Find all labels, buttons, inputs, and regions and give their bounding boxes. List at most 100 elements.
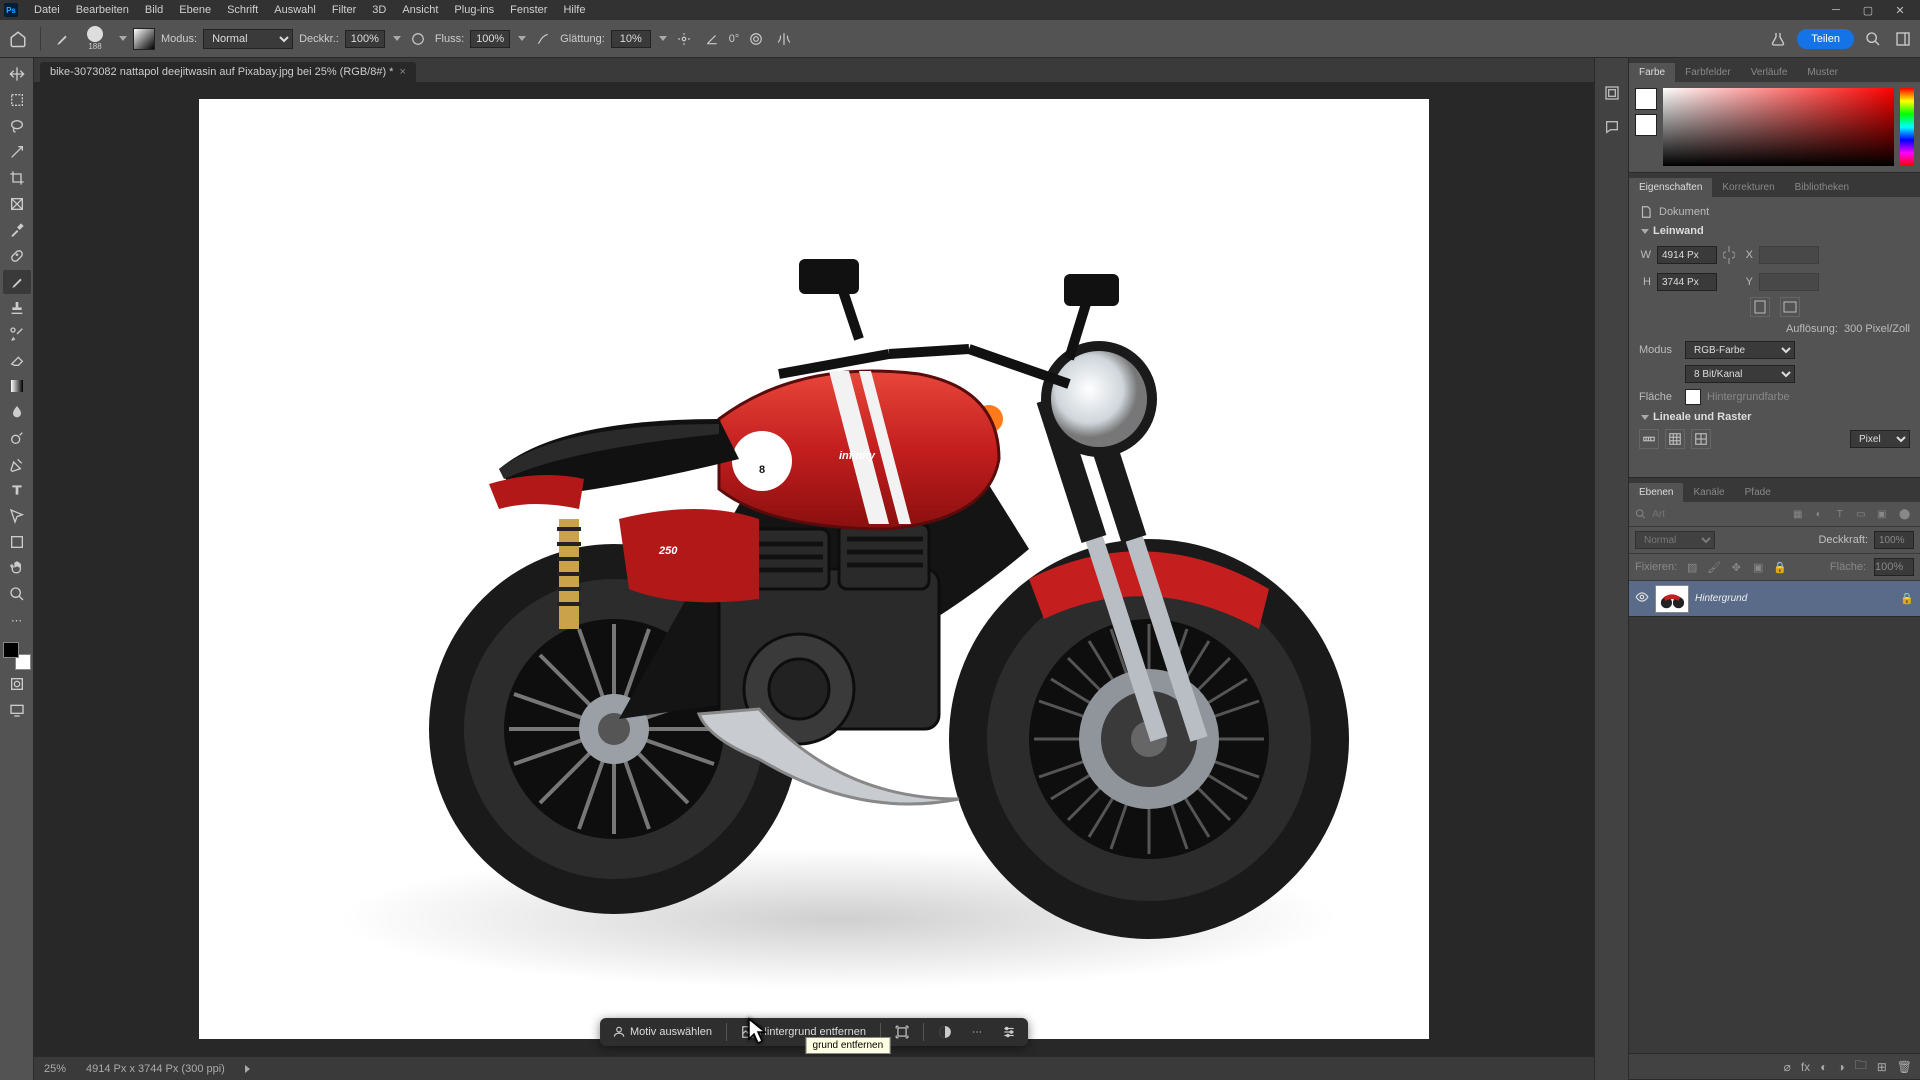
layer-name[interactable]: Hintergrund — [1695, 593, 1894, 604]
filter-pixel-icon[interactable]: ▦ — [1790, 506, 1805, 522]
new-layer-icon[interactable]: ⊞ — [1877, 1060, 1887, 1074]
layer-fill-input[interactable] — [1874, 558, 1914, 576]
portrait-icon[interactable] — [1750, 297, 1770, 317]
mask-icon[interactable]: ◐ — [1820, 1060, 1827, 1074]
blend-mode-select[interactable]: Normal — [203, 29, 293, 49]
dodge-tool[interactable] — [3, 426, 31, 450]
tab-swatches[interactable]: Farbfelder — [1675, 63, 1741, 82]
menu-bild[interactable]: Bild — [137, 1, 171, 19]
close-button[interactable]: ✕ — [1884, 0, 1916, 20]
menu-bearbeiten[interactable]: Bearbeiten — [68, 1, 137, 19]
layer-thumbnail[interactable] — [1655, 585, 1689, 613]
path-tool[interactable] — [3, 504, 31, 528]
lock-pixels-icon[interactable]: 🖌 — [1707, 560, 1721, 574]
flow-input[interactable] — [470, 30, 510, 48]
chevron-down-icon[interactable] — [393, 36, 401, 41]
layers-list[interactable]: Hintergrund 🔒 — [1629, 581, 1920, 1053]
hand-tool[interactable] — [3, 556, 31, 580]
quick-mask-icon[interactable] — [3, 672, 31, 696]
landscape-icon[interactable] — [1780, 297, 1800, 317]
link-layers-icon[interactable]: ⌀ — [1784, 1060, 1791, 1074]
home-icon[interactable] — [6, 27, 30, 51]
lock-position-icon[interactable]: ✥ — [1729, 560, 1743, 574]
tab-layers[interactable]: Ebenen — [1629, 483, 1683, 502]
properties-icon[interactable] — [996, 1022, 1022, 1042]
smoothing-input[interactable] — [611, 30, 651, 48]
search-icon[interactable] — [1862, 28, 1884, 50]
tab-channels[interactable]: Kanäle — [1683, 483, 1734, 502]
guides-icon[interactable] — [1691, 429, 1711, 449]
share-button[interactable]: Teilen — [1797, 29, 1854, 49]
menu-ansicht[interactable]: Ansicht — [394, 1, 446, 19]
layer-blend-select[interactable]: Normal — [1635, 531, 1715, 549]
pen-tool[interactable] — [3, 452, 31, 476]
canvas-section[interactable]: Leinwand — [1639, 225, 1910, 237]
adjustment-layer-icon[interactable]: ◑ — [1837, 1060, 1844, 1074]
smoothing-options-icon[interactable] — [673, 28, 695, 50]
color-swatches[interactable] — [3, 642, 31, 670]
eyedropper-tool[interactable] — [3, 218, 31, 242]
close-icon[interactable]: × — [399, 66, 405, 78]
brush-tool-icon[interactable] — [51, 28, 73, 50]
lock-transparency-icon[interactable]: ▨ — [1685, 560, 1699, 574]
layer-row[interactable]: Hintergrund 🔒 — [1629, 581, 1920, 617]
zoom-tool[interactable] — [3, 582, 31, 606]
pressure-opacity-icon[interactable] — [407, 28, 429, 50]
tab-properties[interactable]: Eigenschaften — [1629, 178, 1712, 197]
select-subject-button[interactable]: Motiv auswählen — [606, 1022, 718, 1042]
chevron-down-icon[interactable] — [518, 36, 526, 41]
lock-icon[interactable]: 🔒 — [1900, 592, 1914, 605]
fx-icon[interactable]: fx — [1801, 1060, 1810, 1074]
filter-type-icon[interactable]: T — [1832, 506, 1847, 522]
filter-shape-icon[interactable]: ▭ — [1853, 506, 1868, 522]
y-input[interactable] — [1759, 273, 1819, 291]
type-tool[interactable] — [3, 478, 31, 502]
marquee-tool[interactable] — [3, 88, 31, 112]
lock-all-icon[interactable]: 🔒 — [1773, 560, 1787, 574]
canvas-container[interactable]: 8 infinity 250 — [34, 82, 1594, 1056]
eraser-tool[interactable] — [3, 348, 31, 372]
layer-filter-input[interactable] — [1652, 509, 1784, 520]
menu-3d[interactable]: 3D — [364, 1, 394, 19]
history-brush-tool[interactable] — [3, 322, 31, 346]
tab-color[interactable]: Farbe — [1629, 63, 1675, 82]
search-icon[interactable] — [1635, 508, 1646, 520]
filter-toggle-icon[interactable]: ⬤ — [1895, 506, 1914, 522]
grid-icon[interactable] — [1665, 429, 1685, 449]
crop-tool[interactable] — [3, 166, 31, 190]
height-input[interactable] — [1657, 273, 1717, 291]
zoom-level[interactable]: 25% — [44, 1063, 66, 1075]
brush-preset[interactable]: 188 — [79, 23, 111, 55]
wand-tool[interactable] — [3, 140, 31, 164]
layer-opacity-input[interactable] — [1874, 531, 1914, 549]
lock-artboard-icon[interactable]: ▣ — [1751, 560, 1765, 574]
shape-tool[interactable] — [3, 530, 31, 554]
menu-plug-ins[interactable]: Plug-ins — [446, 1, 502, 19]
more-icon[interactable]: ⋯ — [966, 1024, 988, 1041]
healing-tool[interactable] — [3, 244, 31, 268]
tab-gradients[interactable]: Verläufe — [1741, 63, 1798, 82]
canvas[interactable]: 8 infinity 250 — [199, 99, 1429, 1039]
color-mode-select[interactable]: RGB-Farbe — [1685, 341, 1795, 359]
menu-hilfe[interactable]: Hilfe — [555, 1, 593, 19]
menu-datei[interactable]: Datei — [26, 1, 68, 19]
bit-depth-select[interactable]: 8 Bit/Kanal — [1685, 365, 1795, 383]
comments-icon[interactable] — [1601, 116, 1623, 138]
foreground-swatch[interactable] — [1635, 88, 1657, 110]
workspace-icon[interactable] — [1892, 28, 1914, 50]
link-icon[interactable] — [1723, 243, 1735, 267]
chevron-right-icon[interactable] — [245, 1065, 250, 1073]
transform-icon[interactable] — [889, 1022, 915, 1042]
minimize-button[interactable]: ─ — [1820, 0, 1852, 20]
filter-smart-icon[interactable]: ▣ — [1874, 506, 1889, 522]
chevron-down-icon[interactable] — [659, 36, 667, 41]
symmetry-icon[interactable] — [773, 28, 795, 50]
visibility-icon[interactable] — [1635, 590, 1649, 607]
panel-icon[interactable] — [1601, 82, 1623, 104]
menu-fenster[interactable]: Fenster — [502, 1, 555, 19]
fill-swatch[interactable] — [1685, 389, 1701, 405]
menu-filter[interactable]: Filter — [324, 1, 364, 19]
beaker-icon[interactable] — [1767, 28, 1789, 50]
screen-mode-icon[interactable] — [3, 698, 31, 722]
blur-tool[interactable] — [3, 400, 31, 424]
